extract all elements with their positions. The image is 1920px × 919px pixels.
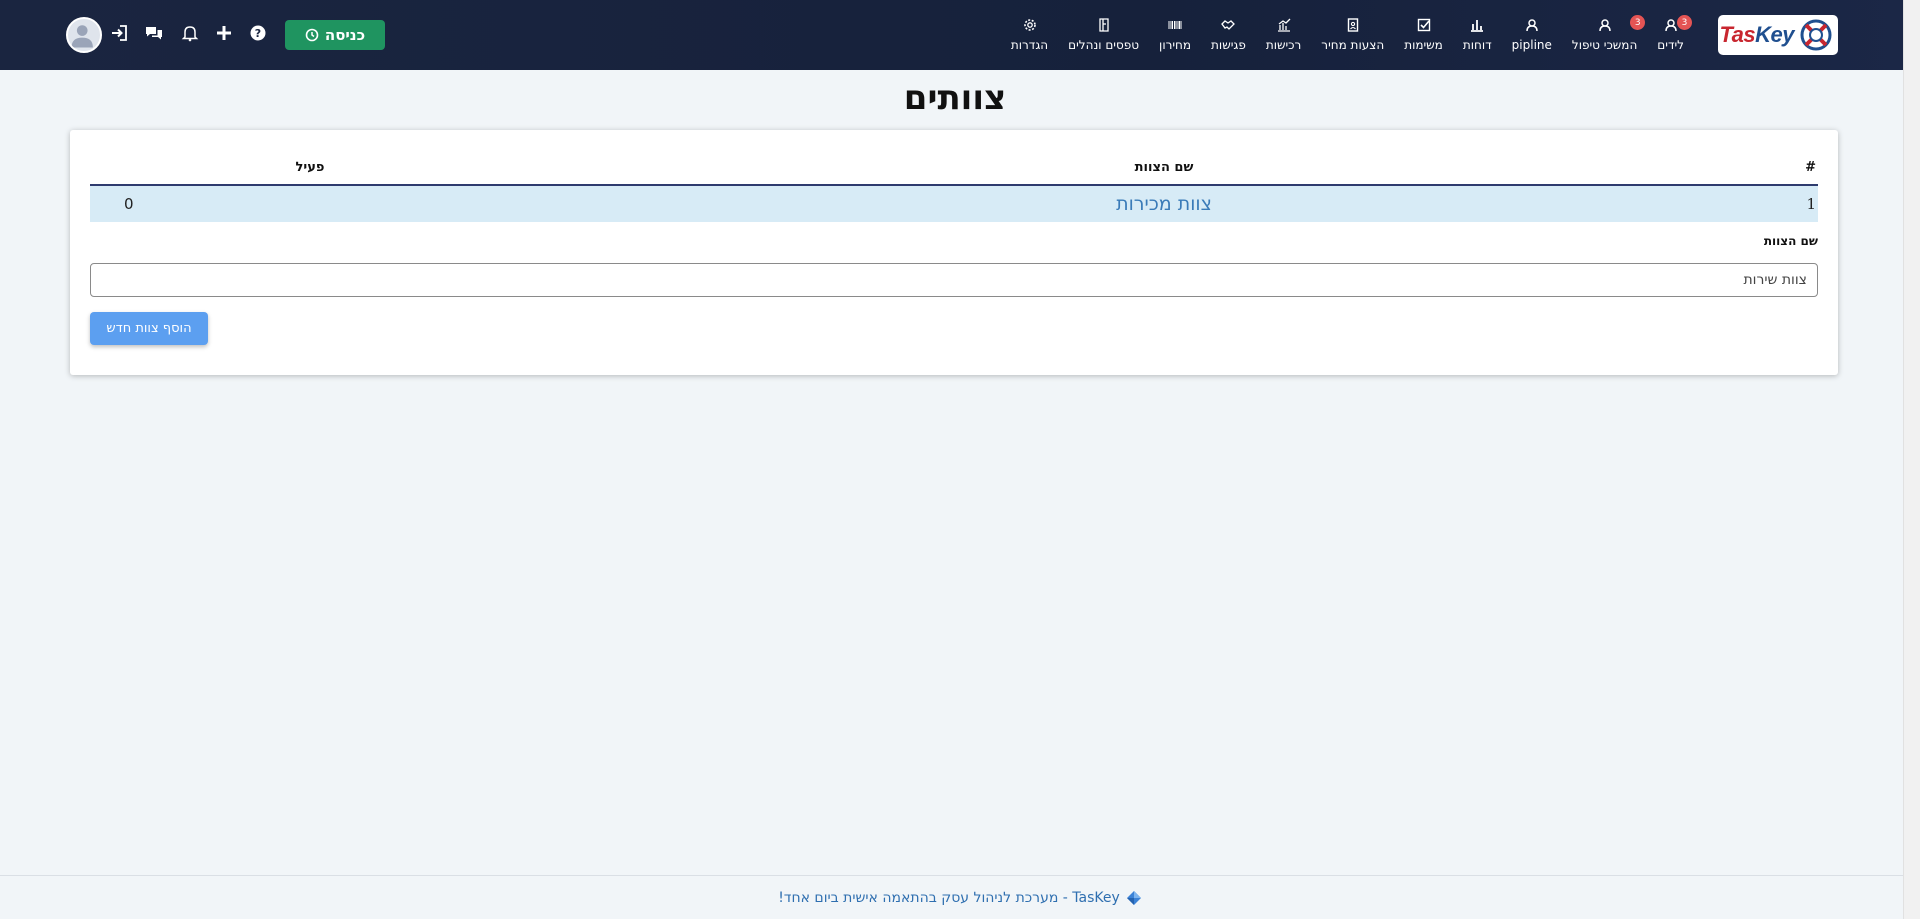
document-icon (1347, 18, 1358, 32)
team-name-label: שם הצוות (1763, 234, 1818, 248)
user-icon (1598, 19, 1611, 32)
teams-card: # שם הצוות פעיל 1 צוות מכירות 0 שם הצוות… (70, 130, 1838, 375)
main-nav: 3 לידים 3 המשכי טיפול pipline דוחות משימ… (1001, 0, 1694, 70)
footer-text[interactable]: TasKey - מערכת לניהול עסק בהתאמה אישית ב… (778, 890, 1120, 906)
nav-item-purchases[interactable]: רכישות (1256, 0, 1311, 70)
enter-button-label: כניסה (324, 26, 366, 44)
nav-item-pricelist[interactable]: מחירון (1149, 0, 1201, 70)
nav-label: רכישות (1265, 38, 1302, 52)
nav-item-tasks[interactable]: משימות (1394, 0, 1453, 70)
taskey-logo[interactable]: TasKey (1718, 15, 1838, 55)
scrollbar[interactable] (1903, 0, 1920, 919)
nav-item-forms[interactable]: טפסים ונהלים (1058, 0, 1149, 70)
nav-label: לידים (1657, 38, 1684, 52)
svg-text:?: ? (255, 27, 261, 40)
row-active: 0 (124, 195, 134, 213)
login-icon[interactable] (110, 24, 128, 42)
gear-icon (1023, 19, 1036, 31)
notification-badge: 3 (1630, 15, 1646, 30)
page-title: צוותים (903, 78, 1007, 118)
nav-item-meetings[interactable]: פגישות (1201, 0, 1256, 70)
table-header: # שם הצוות פעיל (90, 150, 1818, 186)
nav-label: הגדרות (1010, 38, 1049, 52)
header-active: פעיל (295, 159, 325, 175)
header-team-name: שם הצוות (1134, 159, 1194, 175)
nav-item-quotes[interactable]: הצעות מחיר (1311, 0, 1394, 70)
row-num: 1 (1806, 195, 1816, 213)
enter-button[interactable]: כניסה (285, 20, 385, 50)
table-row: 1 צוות מכירות 0 (90, 186, 1818, 222)
nav-label: פגישות (1211, 38, 1246, 52)
handshake-icon (1221, 20, 1236, 30)
nav-label: המשכי טיפול (1571, 38, 1638, 52)
notification-badge: 3 (1677, 15, 1692, 30)
logo-text: TasKey (1719, 22, 1795, 47)
nav-item-followups[interactable]: 3 המשכי טיפול (1562, 0, 1647, 70)
bell-icon[interactable] (181, 24, 199, 42)
footer: TasKey - מערכת לניהול עסק בהתאמה אישית ב… (0, 875, 1920, 919)
checkbox-icon (1417, 18, 1430, 32)
nav-label: טפסים ונהלים (1068, 38, 1140, 52)
user-avatar-icon (71, 25, 93, 48)
add-team-button[interactable]: הוסף צוות חדש (90, 312, 208, 345)
book-icon (1098, 18, 1109, 32)
avatar[interactable] (66, 17, 102, 53)
user-icon (1664, 19, 1677, 32)
logo-mark-icon (1800, 19, 1832, 51)
purchase-chart-icon (1277, 18, 1291, 32)
plus-icon[interactable] (215, 24, 233, 42)
nav-label: דוחות (1462, 38, 1492, 52)
nav-label: משימות (1404, 38, 1443, 52)
header-num: # (1805, 159, 1816, 175)
teams-table: # שם הצוות פעיל 1 צוות מכירות 0 (90, 150, 1818, 222)
nav-item-reports[interactable]: דוחות (1453, 0, 1502, 70)
help-icon[interactable]: ? (249, 24, 267, 42)
barcode-icon (1168, 21, 1182, 29)
nav-item-leads[interactable]: 3 לידים (1647, 0, 1694, 70)
chat-icon[interactable] (145, 24, 163, 42)
top-navbar: TasKey 3 לידים 3 המשכי טיפול pipline דוח… (0, 0, 1920, 70)
nav-label: מחירון (1159, 38, 1192, 52)
nav-label: pipline (1511, 38, 1552, 52)
nav-item-pipline[interactable]: pipline (1502, 0, 1562, 70)
nav-item-settings[interactable]: הגדרות (1001, 0, 1058, 70)
clock-icon (305, 28, 319, 42)
bar-chart-icon (1471, 20, 1484, 32)
diamond-icon (1126, 890, 1141, 905)
team-name-input[interactable] (90, 263, 1818, 297)
team-name-link[interactable]: צוות מכירות (530, 193, 1798, 215)
user-icon (1526, 19, 1538, 32)
nav-label: הצעות מחיר (1321, 38, 1385, 52)
